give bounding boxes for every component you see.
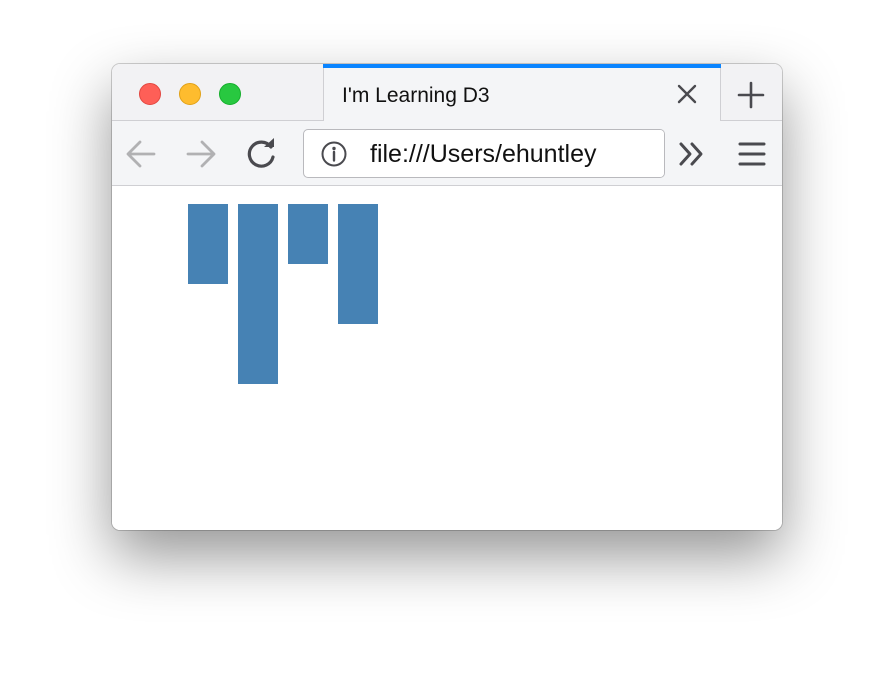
chart-bar [288, 204, 328, 264]
url-bar[interactable]: file:///Users/ehuntley [303, 129, 665, 178]
arrow-left-icon[interactable] [124, 137, 158, 171]
page-content [112, 186, 782, 530]
chart-bar [238, 204, 278, 384]
info-icon[interactable] [321, 141, 347, 167]
tab-accent-bar [323, 64, 721, 68]
window-close-button[interactable] [139, 83, 161, 105]
tab-bar: I'm Learning D3 [112, 64, 782, 121]
window-minimize-button[interactable] [179, 83, 201, 105]
tab-title: I'm Learning D3 [342, 84, 490, 107]
hamburger-menu-icon[interactable] [735, 137, 769, 171]
chart-bar [338, 204, 378, 324]
double-chevron-right-icon[interactable] [675, 137, 709, 171]
close-icon[interactable] [676, 83, 698, 105]
url-text[interactable]: file:///Users/ehuntley [370, 140, 597, 169]
tab-active[interactable]: I'm Learning D3 [323, 64, 721, 121]
reload-icon[interactable] [245, 137, 279, 171]
plus-icon[interactable] [736, 80, 766, 110]
bar-chart [188, 204, 378, 384]
arrow-right-icon[interactable] [184, 137, 218, 171]
navigation-toolbar: file:///Users/ehuntley [112, 121, 782, 186]
window-zoom-button[interactable] [219, 83, 241, 105]
browser-window: I'm Learning D3 file:///Users/ehuntley [112, 64, 782, 530]
chart-bar [188, 204, 228, 284]
